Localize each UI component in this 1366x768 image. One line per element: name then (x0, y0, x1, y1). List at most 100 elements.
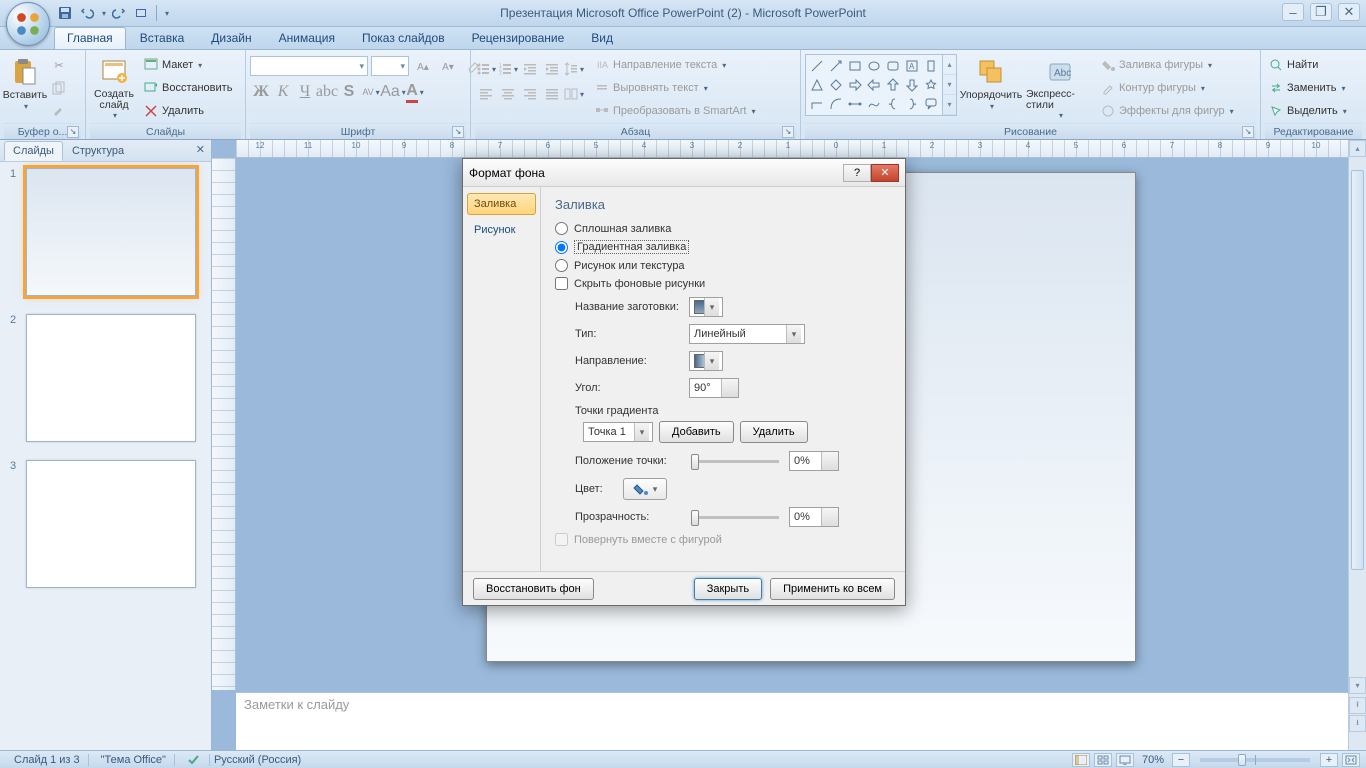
align-text-button[interactable]: Выровнять текст▾ (591, 77, 758, 99)
angle-spinner[interactable]: 90°▴▾ (689, 378, 739, 398)
zoom-out[interactable]: − (1172, 753, 1190, 767)
strikethrough-button[interactable]: abc (316, 81, 338, 103)
new-slide-button[interactable]: Создать слайд ▾ (90, 54, 138, 122)
tab-view[interactable]: Вид (578, 27, 626, 49)
qat-repeat[interactable] (132, 4, 150, 22)
font-launcher[interactable]: ↘ (452, 126, 464, 138)
shadow-button[interactable]: S (338, 81, 360, 103)
stop-combo[interactable]: Точка 1 (583, 422, 653, 442)
qat-undo[interactable] (78, 4, 96, 22)
thumb-2[interactable]: 2 (10, 314, 201, 442)
align-right[interactable] (519, 83, 541, 105)
panel-close[interactable]: ✕ (196, 143, 205, 156)
shape-outline-button[interactable]: Контур фигуры▾ (1097, 77, 1237, 99)
align-center[interactable] (497, 83, 519, 105)
panel-tab-slides[interactable]: Слайды (4, 141, 63, 161)
shapes-gallery[interactable]: A (805, 54, 943, 116)
zoom-slider[interactable] (1200, 758, 1310, 762)
dialog-help-button[interactable]: ? (843, 164, 871, 182)
prev-slide[interactable]: ⭱ (1349, 697, 1366, 714)
office-button[interactable] (6, 2, 50, 46)
columns[interactable]: ▾ (563, 83, 585, 105)
shapes-scroll[interactable]: ▴▾▾ (943, 54, 957, 116)
tab-animation[interactable]: Анимация (266, 27, 348, 49)
radio-gradient[interactable]: Градиентная заливка (555, 240, 891, 254)
panel-tab-outline[interactable]: Структура (63, 141, 133, 161)
status-language[interactable]: Русский (Россия) (214, 754, 301, 766)
tab-review[interactable]: Рецензирование (459, 27, 578, 49)
nav-picture[interactable]: Рисунок (467, 219, 536, 241)
select-button[interactable]: Выделить▾ (1265, 100, 1350, 122)
zoom-handle[interactable] (1238, 754, 1246, 766)
line-spacing[interactable]: ▾ (563, 58, 585, 80)
decrease-indent[interactable] (519, 58, 541, 80)
change-case-button[interactable]: Aa▾ (382, 81, 404, 103)
close-button[interactable]: ✕ (1338, 3, 1360, 21)
notes-pane[interactable]: Заметки к слайду (236, 692, 1348, 750)
smartart-button[interactable]: Преобразовать в SmartArt▾ (591, 100, 758, 122)
radio-picture[interactable]: Рисунок или текстура (555, 259, 891, 272)
tab-slideshow[interactable]: Показ слайдов (349, 27, 458, 49)
qat-redo[interactable] (110, 4, 128, 22)
shrink-font[interactable]: A▾ (437, 56, 459, 78)
position-spinner[interactable]: 0%▴▾ (789, 451, 839, 471)
preset-combo[interactable] (689, 297, 723, 317)
check-hide-bg[interactable]: Скрыть фоновые рисунки (555, 277, 891, 290)
shape-fill-button[interactable]: Заливка фигуры▾ (1097, 54, 1237, 76)
paste-button[interactable]: Вставить ▾ (4, 54, 46, 113)
next-slide[interactable]: ⭳ (1349, 715, 1366, 732)
close-dialog-button[interactable]: Закрыть (694, 578, 762, 600)
color-picker[interactable] (623, 478, 667, 500)
paragraph-launcher[interactable]: ↘ (782, 126, 794, 138)
qat-undo-menu[interactable]: ▾ (102, 9, 106, 18)
dialog-titlebar[interactable]: Формат фона ? ✕ (463, 159, 905, 187)
tab-design[interactable]: Дизайн (198, 27, 264, 49)
zoom-value[interactable]: 70% (1142, 754, 1164, 766)
reset-bg-button[interactable]: Восстановить фон (473, 578, 594, 600)
layout-button[interactable]: Макет▾ (140, 54, 235, 76)
justify[interactable] (541, 83, 563, 105)
tab-home[interactable]: Главная (54, 27, 126, 49)
transparency-spinner[interactable]: 0%▴▾ (789, 507, 839, 527)
arrange-button[interactable]: Упорядочить▾ (959, 54, 1023, 113)
qat-customize[interactable]: ▾ (165, 9, 169, 18)
fit-window[interactable] (1342, 753, 1360, 767)
reset-button[interactable]: Восстановить (140, 77, 235, 99)
font-name-combo[interactable] (250, 56, 368, 76)
align-left[interactable] (475, 83, 497, 105)
font-color-button[interactable]: A▾ (404, 81, 426, 103)
add-stop-button[interactable]: Добавить (659, 421, 734, 443)
remove-stop-button[interactable]: Удалить (740, 421, 808, 443)
font-size-combo[interactable] (371, 56, 409, 76)
type-combo[interactable]: Линейный (689, 324, 805, 344)
nav-fill[interactable]: Заливка (467, 193, 536, 215)
numbering-button[interactable]: 123▾ (497, 58, 519, 80)
cut-button[interactable]: ✂ (48, 54, 70, 76)
clipboard-launcher[interactable]: ↘ (67, 126, 79, 138)
bold-button[interactable]: Ж (250, 81, 272, 103)
view-slideshow[interactable] (1116, 753, 1134, 767)
direction-combo[interactable] (689, 351, 723, 371)
tab-insert[interactable]: Вставка (127, 27, 198, 49)
transparency-slider-thumb[interactable] (691, 510, 699, 526)
drawing-launcher[interactable]: ↘ (1242, 126, 1254, 138)
qat-save[interactable] (56, 4, 74, 22)
underline-button[interactable]: Ч (294, 81, 316, 103)
transparency-slider[interactable] (691, 516, 779, 519)
text-direction-button[interactable]: IIAНаправление текста▾ (591, 54, 758, 76)
shape-effects-button[interactable]: Эффекты для фигур▾ (1097, 100, 1237, 122)
radio-solid[interactable]: Сплошная заливка (555, 222, 891, 235)
view-sorter[interactable] (1094, 753, 1112, 767)
format-painter-button[interactable] (48, 100, 70, 122)
restore-button[interactable]: ❐ (1310, 3, 1332, 21)
thumb-1[interactable]: 1 (10, 168, 201, 296)
increase-indent[interactable] (541, 58, 563, 80)
delete-slide-button[interactable]: Удалить (140, 100, 235, 122)
position-slider-thumb[interactable] (691, 454, 699, 470)
minimize-button[interactable]: – (1282, 3, 1304, 21)
bullets-button[interactable]: ▾ (475, 58, 497, 80)
replace-button[interactable]: Заменить▾ (1265, 77, 1350, 99)
find-button[interactable]: Найти (1265, 54, 1350, 76)
view-normal[interactable] (1072, 753, 1090, 767)
dialog-close-button[interactable]: ✕ (871, 164, 899, 182)
